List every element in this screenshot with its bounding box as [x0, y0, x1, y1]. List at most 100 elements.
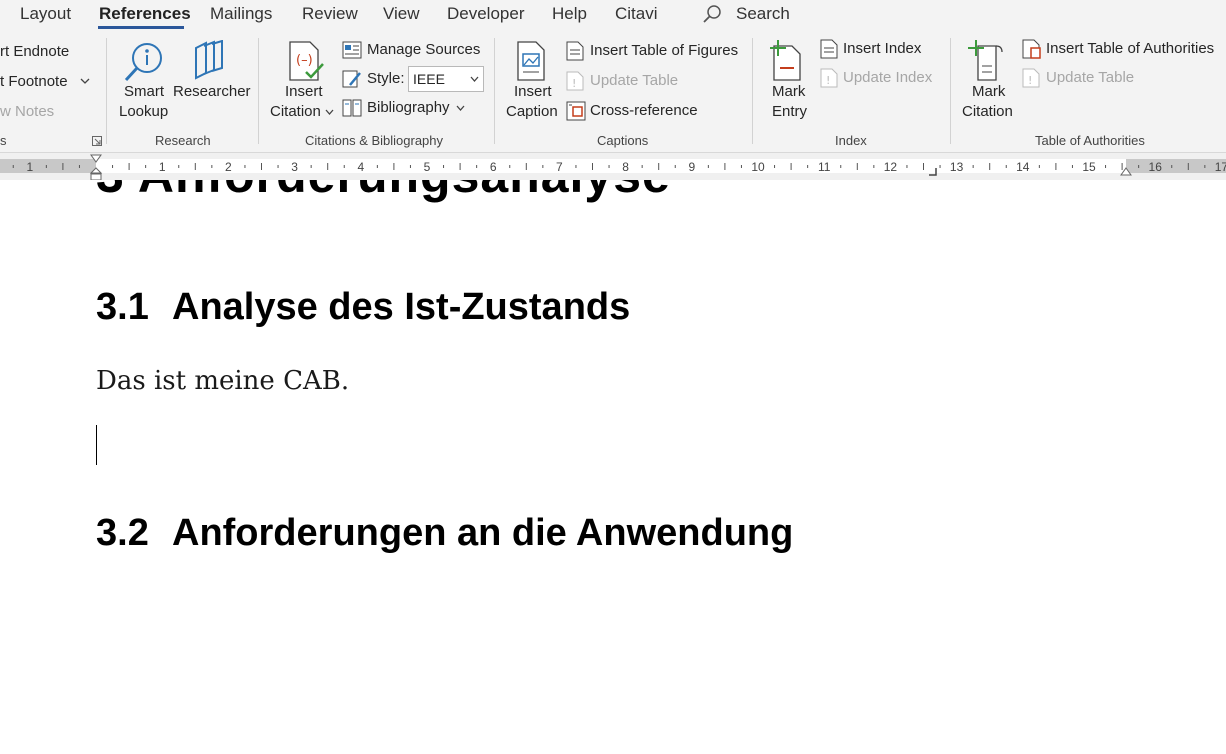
ruler-label: 8 — [622, 160, 629, 174]
ruler-label: 5 — [424, 160, 431, 174]
search-box[interactable]: Search — [700, 2, 820, 26]
smart-lookup-label-1: Smart — [124, 83, 165, 100]
insert-citation-label-2: Citation — [270, 103, 321, 120]
ruler-label: 1 — [26, 160, 33, 174]
insert-citation-label-1: Insert — [285, 83, 323, 100]
insert-citation-button[interactable]: (–) Insert Citation — [268, 38, 338, 128]
table-of-authorities-icon — [1022, 39, 1041, 59]
tab-mailings[interactable]: Mailings — [210, 4, 272, 24]
section-title: Anforderungen an die Anwendung — [172, 512, 794, 554]
index-group-label: Index — [835, 133, 867, 148]
insert-table-of-figures-button[interactable]: Insert Table of Figures — [566, 41, 741, 63]
ruler-label: 15 — [1082, 160, 1096, 174]
manage-sources-icon — [342, 41, 362, 59]
insert-index-button[interactable]: Insert Index — [820, 39, 930, 61]
insert-caption-icon — [517, 41, 545, 81]
manage-sources-label: Manage Sources — [367, 41, 481, 58]
insert-caption-button[interactable]: Insert Caption — [504, 38, 562, 128]
section-heading-3-1: 3.1 Analyse des Ist-Zustands — [96, 286, 630, 329]
horizontal-ruler[interactable]: 1 1 2 3 4 5 6 7 8 9 10 11 12 13 14 15 16 17 — [0, 152, 1226, 181]
insert-table-of-authorities-button[interactable]: Insert Table of Authorities — [1022, 39, 1222, 61]
chevron-down-icon — [456, 105, 465, 111]
tab-citavi[interactable]: Citavi — [615, 4, 658, 24]
mark-entry-button[interactable]: Mark Entry — [764, 38, 814, 128]
cross-reference-button[interactable]: Cross-reference — [566, 101, 706, 123]
table-of-figures-icon — [566, 41, 584, 61]
ruler-label: 11 — [818, 160, 831, 174]
insert-index-label: Insert Index — [843, 40, 922, 57]
authorities-group-label: Table of Authorities — [1035, 133, 1145, 148]
show-notes-button: w Notes — [0, 103, 55, 120]
ruler-label: 1 — [159, 160, 166, 174]
separator — [106, 38, 107, 144]
bibliography-button[interactable]: Bibliography — [342, 98, 472, 120]
ruler-scale: 1 1 2 3 4 5 6 7 8 9 10 11 12 13 14 15 16 17 — [12, 160, 1226, 174]
style-icon — [342, 70, 361, 88]
tab-developer[interactable]: Developer — [447, 4, 525, 24]
bibliography-icon — [342, 99, 362, 117]
captions-group-label: Captions — [597, 133, 649, 148]
section-number: 3.2 — [96, 512, 149, 554]
mark-citation-button[interactable]: Mark Citation — [960, 38, 1020, 128]
text-cursor — [96, 425, 97, 465]
ruler-label: 12 — [884, 160, 898, 174]
footnotes-group-label: s — [0, 133, 7, 148]
citations-group-label: Citations & Bibliography — [305, 133, 444, 148]
separator — [494, 38, 495, 144]
update-authorities-table-label: Update Table — [1046, 69, 1135, 86]
insert-citation-icon: (–) — [289, 41, 324, 81]
ruler-label: 6 — [490, 160, 497, 174]
insert-endnote-button[interactable]: rt Endnote — [0, 43, 69, 60]
svg-text:!: ! — [826, 74, 830, 87]
research-group-label: Research — [155, 133, 211, 148]
svg-text:(–): (–) — [296, 53, 313, 68]
insert-caption-label-1: Insert — [514, 83, 552, 100]
cross-reference-icon — [566, 101, 586, 121]
document-page[interactable]: 3 Anforderungsanalyse 3.1 Analyse des Ist… — [0, 180, 1226, 754]
update-index-label: Update Index — [843, 69, 933, 86]
ruler-label: 9 — [688, 160, 695, 174]
tab-review[interactable]: Review — [302, 4, 358, 24]
ruler-label: 10 — [751, 160, 765, 174]
body-paragraph: Das ist meine CAB. — [96, 366, 350, 396]
ribbon-tab-bar: Layout References Mailings Review View D… — [0, 0, 1226, 30]
mark-citation-icon — [968, 40, 1003, 81]
chevron-down-icon[interactable] — [80, 78, 90, 86]
manage-sources-button[interactable]: Manage Sources — [342, 40, 482, 62]
tab-references[interactable]: References — [99, 4, 191, 24]
mark-citation-label-1: Mark — [972, 83, 1006, 100]
dialog-launcher-icon[interactable] — [92, 136, 102, 146]
ribbon-references: rt Endnote t Footnote w Notes s Smart Lo… — [0, 30, 1226, 152]
tab-help[interactable]: Help — [552, 4, 587, 24]
style-dropdown-value: IEEE — [413, 71, 445, 87]
ruler-label: 17 — [1215, 160, 1226, 174]
tab-stop-marker[interactable] — [928, 167, 938, 177]
hanging-indent-marker[interactable] — [90, 167, 102, 181]
tab-layout[interactable]: Layout — [20, 4, 71, 24]
smart-lookup-icon — [124, 43, 162, 82]
style-dropdown[interactable]: IEEE — [408, 66, 484, 92]
ruler-label: 13 — [950, 160, 964, 174]
ruler-label: 4 — [357, 160, 364, 174]
section-heading-3-2: 3.2 Anforderungen an die Anwendung — [96, 512, 793, 555]
researcher-button[interactable]: Researcher — [172, 38, 251, 128]
mark-entry-label-1: Mark — [772, 83, 806, 100]
separator — [752, 38, 753, 144]
update-authorities-table-button: ! Update Table — [1022, 68, 1142, 90]
svg-text:!: ! — [1028, 74, 1032, 87]
next-footnote-button[interactable]: t Footnote — [0, 73, 68, 90]
first-line-indent-marker[interactable] — [90, 154, 102, 164]
section-number: 3.1 — [96, 286, 149, 328]
bibliography-label: Bibliography — [367, 99, 450, 116]
chevron-down-icon — [470, 76, 479, 82]
separator — [258, 38, 259, 144]
right-indent-marker[interactable] — [1120, 167, 1132, 177]
tab-view[interactable]: View — [383, 4, 420, 24]
smart-lookup-button[interactable]: Smart Lookup — [116, 38, 172, 128]
mark-citation-label-2: Citation — [962, 103, 1013, 120]
style-label: Style: — [367, 70, 405, 87]
mark-entry-icon — [770, 40, 801, 81]
cross-reference-label: Cross-reference — [590, 102, 698, 119]
researcher-label: Researcher — [173, 83, 251, 100]
search-icon — [703, 5, 721, 23]
